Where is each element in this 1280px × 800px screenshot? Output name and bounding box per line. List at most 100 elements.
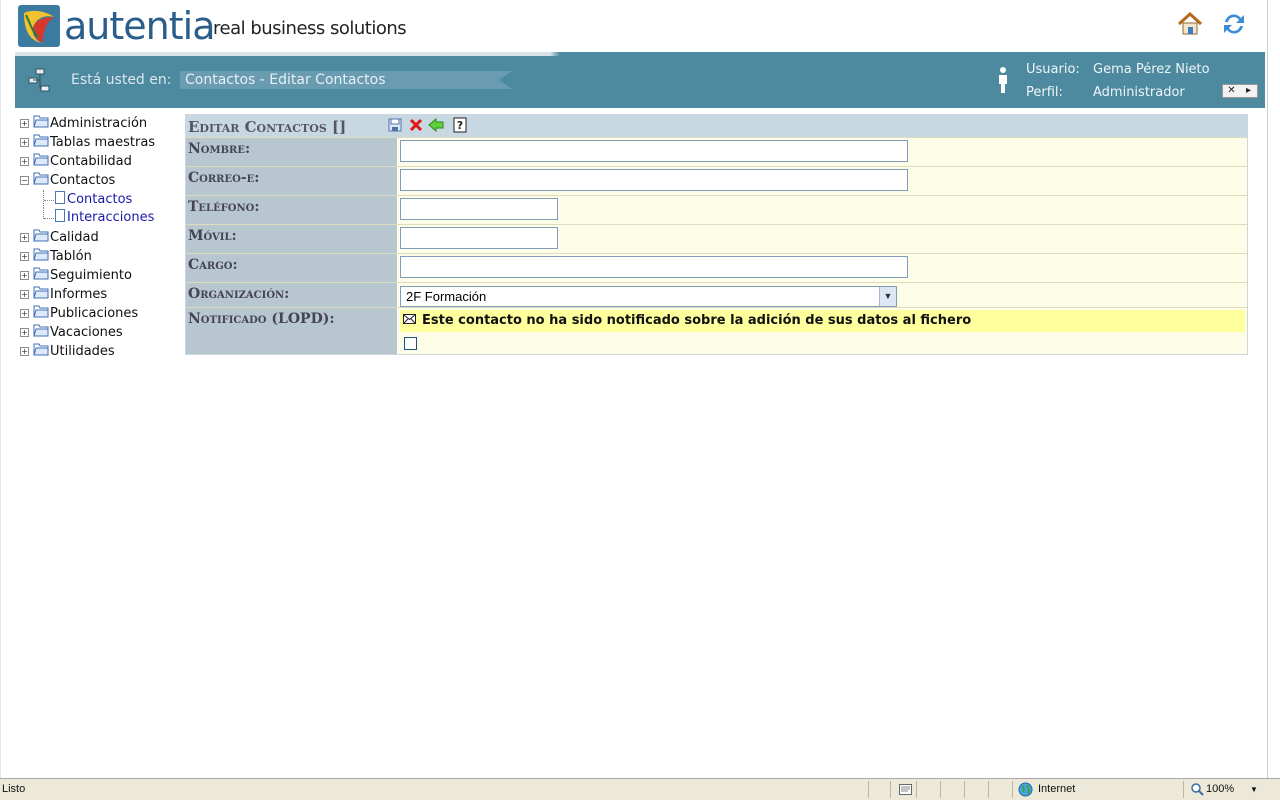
save-icon[interactable]: [387, 117, 403, 133]
tree-item-label: Seguimiento: [50, 268, 132, 283]
tree-item-seguimiento[interactable]: + Seguimiento: [19, 266, 184, 285]
expand-icon[interactable]: +: [20, 328, 29, 337]
sidebar-tree: + Administración + Tablas maestras + Con…: [19, 114, 184, 361]
folder-icon: [33, 153, 49, 166]
form-header: Editar Contactos [] ?: [186, 115, 1247, 137]
movil-input[interactable]: [400, 227, 558, 249]
cargo-input[interactable]: [400, 256, 908, 278]
form-row-movil: Móvil:: [186, 224, 1247, 253]
tree-item-label: Vacaciones: [50, 325, 123, 340]
field-label-bg: Cargo:: [186, 254, 398, 282]
folder-icon: [33, 343, 49, 356]
status-divider: [940, 781, 941, 798]
tree-item-administracion[interactable]: + Administración: [19, 114, 184, 133]
location-label: Está usted en:: [71, 72, 172, 88]
tree-line: [44, 218, 54, 219]
navbar-top-line: [15, 52, 1265, 56]
folder-icon: [33, 286, 49, 299]
delete-icon[interactable]: [408, 117, 424, 133]
status-divider: [916, 781, 917, 798]
expand-icon[interactable]: +: [20, 119, 29, 128]
expand-icon[interactable]: +: [20, 290, 29, 299]
notification-text: Este contacto no ha sido notificado sobr…: [422, 313, 972, 328]
help-icon[interactable]: ?: [452, 117, 468, 133]
tree-item-label: Publicaciones: [50, 306, 139, 321]
expand-icon[interactable]: +: [20, 347, 29, 356]
tree-subitem-interacciones[interactable]: Interacciones: [19, 208, 184, 226]
tree-subitem-label[interactable]: Interacciones: [67, 210, 154, 225]
document-icon: [55, 191, 65, 204]
folder-icon: [33, 305, 49, 318]
back-arrow-icon[interactable]: [428, 117, 444, 133]
expand-icon[interactable]: +: [20, 309, 29, 318]
folder-icon: [33, 324, 49, 337]
tree-item-informes[interactable]: + Informes: [19, 285, 184, 304]
collapse-icon[interactable]: −: [20, 176, 29, 185]
status-divider: [890, 781, 891, 798]
correo-input[interactable]: [400, 169, 908, 191]
organizacion-select[interactable]: 2F Formación ▼: [400, 286, 897, 307]
refresh-icon[interactable]: [1220, 10, 1248, 38]
chevron-down-icon[interactable]: ▼: [879, 287, 896, 306]
tree-item-label: Contactos: [50, 173, 116, 188]
tree-item-tablas-maestras[interactable]: + Tablas maestras: [19, 133, 184, 152]
status-divider: [964, 781, 965, 798]
tree-subitem-contactos[interactable]: Contactos: [19, 190, 184, 208]
tree-item-contactos[interactable]: − Contactos: [19, 171, 184, 190]
window-right-edge: [1267, 0, 1280, 778]
arrow-right-icon: ▸: [1245, 85, 1252, 96]
logout-button[interactable]: ✕ ▸: [1222, 84, 1258, 98]
status-divider: [1183, 781, 1184, 798]
field-label-bg: Correo-e:: [186, 167, 398, 195]
expand-icon[interactable]: +: [20, 252, 29, 261]
notificado-checkbox[interactable]: [404, 337, 417, 350]
folder-open-icon: [33, 172, 49, 185]
tree-subitem-label[interactable]: Contactos: [67, 192, 132, 207]
zoom-icon[interactable]: [1191, 783, 1204, 796]
tree-item-label: Contabilidad: [50, 154, 132, 169]
field-label-bg: Nombre:: [186, 138, 398, 166]
folder-icon: [33, 115, 49, 128]
sitemap-icon[interactable]: [28, 68, 52, 96]
logo-icon[interactable]: [18, 5, 60, 47]
status-divider: [1012, 781, 1013, 798]
folder-icon: [33, 248, 49, 261]
expand-icon[interactable]: +: [20, 138, 29, 147]
folder-icon: [33, 267, 49, 280]
profile-label: Perfil:: [1026, 85, 1063, 100]
nombre-input[interactable]: [400, 140, 908, 162]
user-value: Gema Pérez Nieto: [1093, 62, 1210, 77]
envelope-icon: [403, 314, 416, 324]
expand-icon[interactable]: +: [20, 271, 29, 280]
organizacion-label: Organización:: [188, 286, 290, 302]
tree-item-label: Tablas maestras: [50, 135, 156, 150]
tree-line: [44, 200, 54, 201]
home-icon[interactable]: [1176, 10, 1204, 38]
form-row-cargo: Cargo:: [186, 253, 1247, 282]
tree-item-publicaciones[interactable]: + Publicaciones: [19, 304, 184, 323]
correo-label: Correo-e:: [188, 170, 260, 186]
form-row-organizacion: Organización: 2F Formación ▼: [186, 282, 1247, 307]
tree-item-vacaciones[interactable]: + Vacaciones: [19, 323, 184, 342]
document-icon: [55, 209, 65, 222]
form-title: Editar Contactos []: [188, 118, 347, 136]
logo-text[interactable]: autentia: [64, 4, 215, 48]
tree-item-label: Tablón: [50, 249, 92, 264]
zoom-level[interactable]: 100%: [1206, 783, 1234, 795]
page-icon: [899, 784, 912, 795]
tree-item-tablon[interactable]: + Tablón: [19, 247, 184, 266]
telefono-input[interactable]: [400, 198, 558, 220]
tree-item-contabilidad[interactable]: + Contabilidad: [19, 152, 184, 171]
organizacion-selected-value: 2F Formación: [406, 289, 487, 304]
movil-label: Móvil:: [188, 228, 237, 244]
expand-icon[interactable]: +: [20, 157, 29, 166]
tree-item-utilidades[interactable]: + Utilidades: [19, 342, 184, 361]
profile-value: Administrador: [1093, 85, 1185, 100]
zoom-dropdown-icon[interactable]: ▼: [1250, 785, 1258, 794]
svg-text:?: ?: [457, 119, 463, 132]
tree-item-label: Informes: [50, 287, 108, 302]
globe-icon: [1018, 782, 1033, 797]
expand-icon[interactable]: +: [20, 233, 29, 242]
status-divider: [868, 781, 869, 798]
tree-item-calidad[interactable]: + Calidad: [19, 228, 184, 247]
